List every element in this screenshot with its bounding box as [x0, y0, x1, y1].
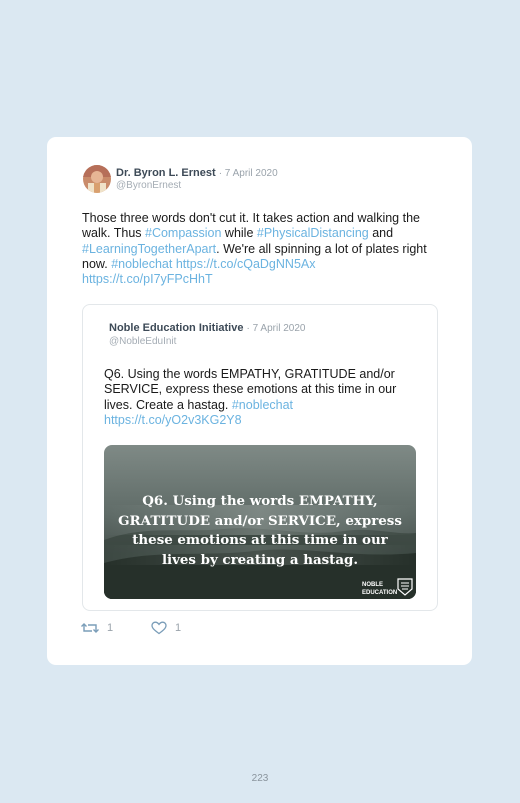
- author-avatar[interactable]: [83, 165, 111, 193]
- page-number: 223: [251, 773, 269, 784]
- quoted-author-handle[interactable]: @NobleEduInit: [109, 336, 176, 347]
- hashtag-link[interactable]: #LearningTogetherApart: [82, 242, 216, 256]
- quoted-tweet[interactable]: Noble Education Initiative · 7 April 202…: [82, 304, 438, 611]
- tweet-card: Dr. Byron L. Ernest · 7 April 2020 @Byro…: [47, 137, 472, 665]
- quoted-author-name[interactable]: Noble Education Initiative · 7 April 202…: [109, 322, 305, 334]
- tweet-text-segment: while: [221, 226, 257, 241]
- hashtag-link[interactable]: #noblechat: [111, 257, 172, 271]
- hashtag-link[interactable]: #PhysicalDistancing: [257, 226, 369, 240]
- url-link[interactable]: https://t.co/yO2v3KG2Y8: [104, 413, 242, 427]
- image-caption: Q6. Using the words EMPATHY, GRATITUDE a…: [118, 493, 402, 568]
- quoted-tweet-image[interactable]: Q6. Using the words EMPATHY, GRATITUDE a…: [104, 445, 416, 599]
- retweet-button[interactable]: 1: [81, 621, 113, 635]
- like-count: 1: [175, 622, 182, 634]
- retweet-icon: [81, 623, 99, 633]
- hashtag-link[interactable]: #Compassion: [145, 226, 221, 240]
- tweet-text-segment: and: [368, 226, 394, 241]
- quoted-tweet-date: · 7 April 2020: [246, 323, 306, 334]
- url-link[interactable]: https://t.co/cQaDgNN5Ax: [176, 257, 316, 271]
- quoted-author-name-text[interactable]: Noble Education Initiative: [109, 322, 243, 334]
- author-handle[interactable]: @ByronErnest: [116, 180, 181, 191]
- quoted-tweet-text: Q6. Using the words EMPATHY, GRATITUDE a…: [104, 367, 404, 428]
- hashtag-link[interactable]: #noblechat: [232, 398, 293, 412]
- svg-text:EDUCATION: EDUCATION: [362, 590, 397, 596]
- author-name[interactable]: Dr. Byron L. Ernest · 7 April 2020: [116, 167, 278, 179]
- heart-icon: [151, 621, 167, 635]
- retweet-count: 1: [107, 622, 114, 634]
- tweet-text: Those three words don't cut it. It takes…: [82, 211, 442, 287]
- tweet-date: · 7 April 2020: [218, 168, 278, 179]
- like-button[interactable]: 1: [151, 621, 181, 635]
- svg-text:NOBLE: NOBLE: [362, 582, 383, 588]
- url-link[interactable]: https://t.co/pI7yFPcHhT: [82, 272, 213, 286]
- noble-education-logo: NOBLE EDUCATION: [362, 578, 413, 596]
- author-name-text[interactable]: Dr. Byron L. Ernest: [116, 167, 216, 179]
